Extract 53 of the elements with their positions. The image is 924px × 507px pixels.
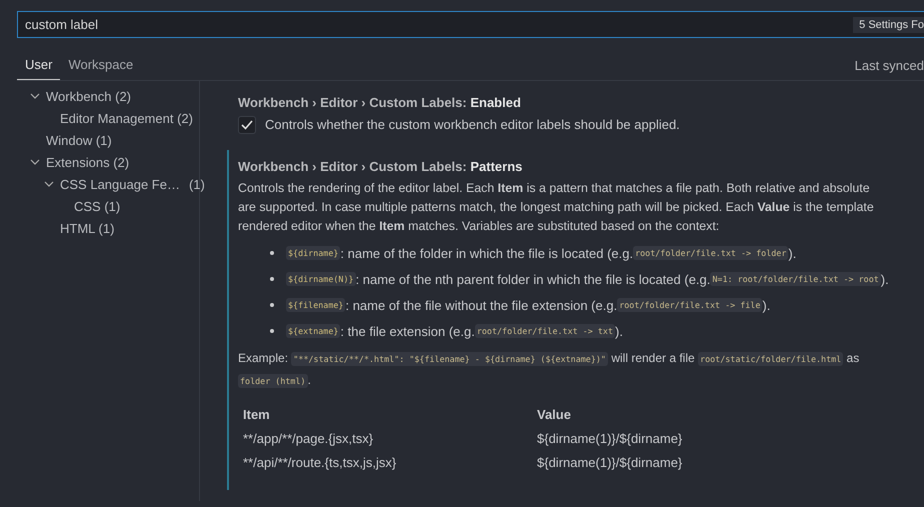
code-snippet: N=1: root/folder/file.txt -> root bbox=[710, 272, 881, 286]
text: : name of the nth parent folder in which the file is located (e.g. bbox=[356, 272, 710, 286]
text: ). bbox=[788, 246, 796, 260]
setting-description: are supported. In case multiple patterns match, the longest matching path will be picked. Each Value is the template bbox=[238, 199, 875, 216]
code-snippet: root/static/folder/file.html bbox=[698, 352, 844, 366]
sync-status: Last synced bbox=[854, 58, 924, 72]
setting-title: Workbench › Editor › Custom Labels: Patterns bbox=[238, 159, 524, 174]
checkbox[interactable] bbox=[238, 116, 256, 134]
tree-item[interactable]: Editor Management (2) bbox=[60, 110, 193, 126]
checkmark-icon bbox=[240, 118, 254, 132]
tree-item[interactable]: HTML (1) bbox=[60, 220, 114, 236]
column-header: Item bbox=[243, 406, 271, 422]
scope-tab[interactable]: Workspace bbox=[60, 50, 142, 80]
chevron-icon[interactable] bbox=[44, 179, 54, 189]
chevron-icon[interactable] bbox=[30, 91, 40, 101]
setting-title: Workbench › Editor › Custom Labels: Enabled bbox=[238, 95, 522, 110]
table-cell-text: ${dirname(1)}/${dirname} bbox=[537, 430, 684, 446]
search-field[interactable]: custom label 5 Settings Fo bbox=[17, 11, 924, 38]
code-snippet: ${dirname(N)} bbox=[286, 272, 356, 286]
table-cell-text: **/api/**/route.{ts,tsx,js,jsx} bbox=[243, 454, 398, 470]
text: ). bbox=[880, 272, 889, 286]
text: ). bbox=[614, 324, 623, 338]
results-count-badge: 5 Settings Fo bbox=[853, 16, 924, 32]
text: : the file extension (e.g. bbox=[340, 324, 475, 338]
code-snippet: folder (html) bbox=[238, 374, 308, 388]
table-cell-text: **/app/**/page.{jsx,tsx} bbox=[243, 430, 374, 446]
tree-item[interactable]: CSS (1) bbox=[74, 198, 120, 214]
text: ). bbox=[762, 298, 770, 312]
tree-item[interactable]: Window (1) bbox=[46, 132, 112, 148]
code-snippet: root/folder/file.txt -> file bbox=[617, 298, 762, 312]
tree-item[interactable]: CSS Language Fe… bbox=[60, 176, 180, 192]
tree-item[interactable]: Workbench (2) bbox=[46, 88, 132, 104]
table-cell-text: ${dirname(1)}/${dirname} bbox=[537, 454, 684, 470]
code-snippet: root/folder/file.txt -> txt bbox=[474, 324, 615, 338]
code-snippet: ${dirname} bbox=[286, 246, 340, 260]
tree-item[interactable]: Extensions (2) bbox=[46, 154, 130, 170]
code-snippet: ${extname} bbox=[286, 324, 340, 338]
code-snippet: "**/static/**/*.html": "${filename} - ${dirname} (${extname})" bbox=[291, 352, 608, 366]
text: will render a file bbox=[610, 351, 696, 365]
text: : name of the file without the file extension (e.g. bbox=[345, 298, 618, 312]
setting-description: Controls the rendering of the editor label. Each Item is a pattern that matches a file path. Both relative and absolute bbox=[238, 180, 871, 197]
text: : name of the folder in which the file is located (e.g. bbox=[340, 246, 634, 260]
code-snippet: root/folder/file.txt -> folder bbox=[633, 246, 788, 260]
chevron-icon[interactable] bbox=[30, 157, 40, 167]
code-snippet: ${filename} bbox=[286, 298, 346, 312]
text: . bbox=[308, 373, 311, 387]
count-label: (1) bbox=[188, 176, 205, 192]
setting-description: Controls whether the custom workbench editor labels should be applied. bbox=[265, 116, 680, 134]
text: Example: bbox=[238, 351, 290, 365]
setting-description: rendered editor when the Item matches. Variables are substituted based on the context: bbox=[238, 218, 720, 235]
scope-tab[interactable]: User bbox=[17, 50, 60, 80]
column-header: Value bbox=[537, 406, 572, 422]
text: as bbox=[846, 351, 860, 365]
